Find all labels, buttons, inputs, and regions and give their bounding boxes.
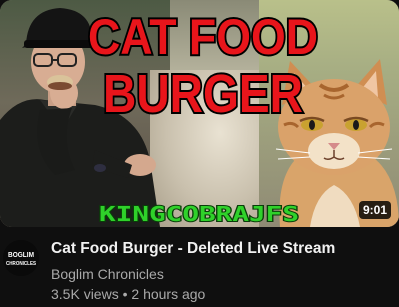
thumbnail-title-art: CAT FOOD BURGER: [86, 7, 320, 124]
video-thumbnail[interactable]: CAT FOOD BURGER KINGCOBRAJFS 9:01: [0, 0, 399, 227]
upload-age: 2 hours ago: [131, 286, 206, 302]
thumbnail-title-line1: CAT FOOD: [88, 9, 318, 65]
channel-logo-line1: BOGLIM: [8, 252, 34, 259]
channel-logo: BOGLIM CHRONICLES: [3, 240, 39, 276]
duration-badge: 9:01: [358, 201, 391, 219]
watermark-text: KINGCOBRAJFS: [99, 202, 299, 226]
view-count: 3.5K views: [51, 286, 119, 302]
channel-name[interactable]: Boglim Chronicles: [51, 265, 164, 283]
stats-separator: •: [122, 286, 128, 302]
video-card[interactable]: CAT FOOD BURGER KINGCOBRAJFS 9:01 BOGLIM…: [0, 0, 399, 307]
video-meta: BOGLIM CHRONICLES Cat Food Burger - Dele…: [0, 236, 399, 307]
thumbnail-title-line2: BURGER: [103, 64, 303, 124]
video-title[interactable]: Cat Food Burger - Deleted Live Stream: [51, 239, 391, 259]
video-stats: 3.5K views • 2 hours ago: [51, 285, 205, 303]
channel-logo-line2: CHRONICLES: [6, 261, 36, 267]
channel-avatar[interactable]: BOGLIM CHRONICLES: [3, 240, 39, 276]
thumbnail-watermark: KINGCOBRAJFS: [98, 201, 300, 226]
